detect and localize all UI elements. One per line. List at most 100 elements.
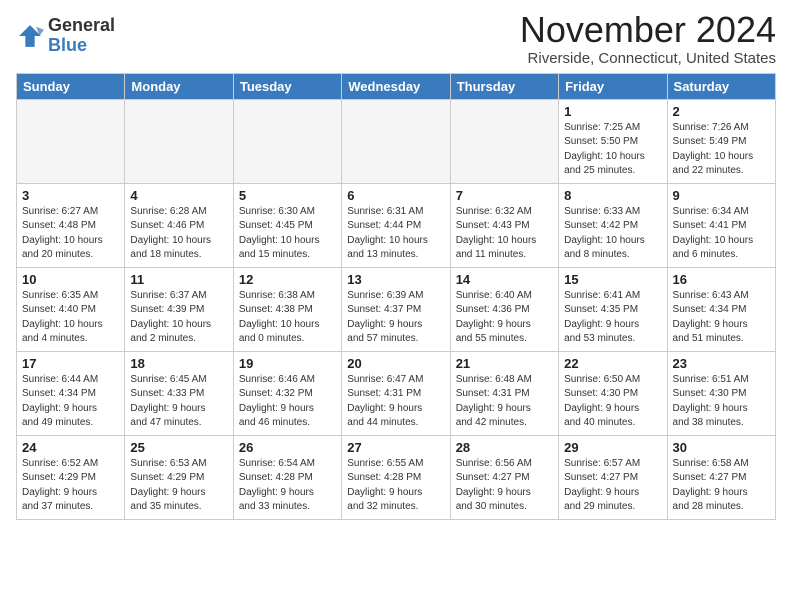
day-cell: 19 Sunrise: 6:46 AM Sunset: 4:32 PM Dayli…: [233, 351, 341, 435]
title-block: November 2024 Riverside, Connecticut, Un…: [520, 10, 776, 67]
week-row-5: 24Sunrise: 6:52 AM Sunset: 4:29 PM Dayli…: [17, 435, 776, 519]
day-cell: 5 Sunrise: 6:30 AM Sunset: 4:45 PM Daylig…: [233, 183, 341, 267]
week-row-2: 3 Sunrise: 6:27 AM Sunset: 4:48 PM Daylig…: [17, 183, 776, 267]
day-info: Sunrise: 6:47 AM Sunset: 4:31 PM Dayligh…: [347, 373, 444, 431]
day-cell: 7 Sunrise: 6:32 AM Sunset: 4:43 PM Daylig…: [450, 183, 558, 267]
day-number: 5: [239, 188, 336, 203]
day-info: Sunrise: 7:26 AM Sunset: 5:49 PM Dayligh…: [673, 121, 770, 179]
logo: General Blue: [16, 16, 115, 56]
day-cell: [450, 99, 558, 183]
col-wednesday: Wednesday: [342, 73, 450, 99]
day-cell: 14Sunrise: 6:40 AM Sunset: 4:36 PM Dayli…: [450, 267, 558, 351]
day-cell: 29 Sunrise: 6:57 AM Sunset: 4:27 PM Dayli…: [559, 435, 667, 519]
day-info: Sunrise: 6:38 AM Sunset: 4:38 PM Dayligh…: [239, 289, 336, 347]
day-cell: 13 Sunrise: 6:39 AM Sunset: 4:37 PM Dayli…: [342, 267, 450, 351]
day-info: Sunrise: 6:28 AM Sunset: 4:46 PM Dayligh…: [130, 205, 227, 263]
col-friday: Friday: [559, 73, 667, 99]
day-cell: 6 Sunrise: 6:31 AM Sunset: 4:44 PM Daylig…: [342, 183, 450, 267]
day-number: 13: [347, 272, 444, 287]
day-number: 16: [673, 272, 770, 287]
day-info: Sunrise: 6:56 AM Sunset: 4:27 PM Dayligh…: [456, 457, 553, 515]
day-info: Sunrise: 6:39 AM Sunset: 4:37 PM Dayligh…: [347, 289, 444, 347]
col-tuesday: Tuesday: [233, 73, 341, 99]
day-number: 3: [22, 188, 119, 203]
day-cell: 4 Sunrise: 6:28 AM Sunset: 4:46 PM Daylig…: [125, 183, 233, 267]
day-info: Sunrise: 6:53 AM Sunset: 4:29 PM Dayligh…: [130, 457, 227, 515]
day-number: 11: [130, 272, 227, 287]
header: General Blue November 2024 Riverside, Co…: [16, 10, 776, 67]
day-number: 29: [564, 440, 661, 455]
col-thursday: Thursday: [450, 73, 558, 99]
day-number: 30: [673, 440, 770, 455]
day-cell: 27 Sunrise: 6:55 AM Sunset: 4:28 PM Dayli…: [342, 435, 450, 519]
day-info: Sunrise: 6:43 AM Sunset: 4:34 PM Dayligh…: [673, 289, 770, 347]
week-row-3: 10 Sunrise: 6:35 AM Sunset: 4:40 PM Dayli…: [17, 267, 776, 351]
day-info: Sunrise: 6:34 AM Sunset: 4:41 PM Dayligh…: [673, 205, 770, 263]
day-number: 10: [22, 272, 119, 287]
day-info: Sunrise: 6:45 AM Sunset: 4:33 PM Dayligh…: [130, 373, 227, 431]
day-number: 21: [456, 356, 553, 371]
day-info: Sunrise: 6:31 AM Sunset: 4:44 PM Dayligh…: [347, 205, 444, 263]
day-number: 20: [347, 356, 444, 371]
day-info: Sunrise: 6:33 AM Sunset: 4:42 PM Dayligh…: [564, 205, 661, 263]
col-saturday: Saturday: [667, 73, 775, 99]
day-cell: [342, 99, 450, 183]
day-cell: 15Sunrise: 6:41 AM Sunset: 4:35 PM Dayli…: [559, 267, 667, 351]
day-cell: 3 Sunrise: 6:27 AM Sunset: 4:48 PM Daylig…: [17, 183, 125, 267]
day-info: Sunrise: 6:51 AM Sunset: 4:30 PM Dayligh…: [673, 373, 770, 431]
day-cell: 1Sunrise: 7:25 AM Sunset: 5:50 PM Daylig…: [559, 99, 667, 183]
day-cell: 28Sunrise: 6:56 AM Sunset: 4:27 PM Dayli…: [450, 435, 558, 519]
day-info: Sunrise: 6:50 AM Sunset: 4:30 PM Dayligh…: [564, 373, 661, 431]
day-number: 6: [347, 188, 444, 203]
day-info: Sunrise: 6:52 AM Sunset: 4:29 PM Dayligh…: [22, 457, 119, 515]
day-number: 18: [130, 356, 227, 371]
day-cell: 9 Sunrise: 6:34 AM Sunset: 4:41 PM Daylig…: [667, 183, 775, 267]
day-info: Sunrise: 6:35 AM Sunset: 4:40 PM Dayligh…: [22, 289, 119, 347]
page: General Blue November 2024 Riverside, Co…: [0, 0, 792, 530]
day-number: 27: [347, 440, 444, 455]
day-info: Sunrise: 6:30 AM Sunset: 4:45 PM Dayligh…: [239, 205, 336, 263]
day-number: 17: [22, 356, 119, 371]
day-cell: 20 Sunrise: 6:47 AM Sunset: 4:31 PM Dayli…: [342, 351, 450, 435]
day-info: Sunrise: 6:46 AM Sunset: 4:32 PM Dayligh…: [239, 373, 336, 431]
day-cell: 26 Sunrise: 6:54 AM Sunset: 4:28 PM Dayli…: [233, 435, 341, 519]
day-cell: 10 Sunrise: 6:35 AM Sunset: 4:40 PM Dayli…: [17, 267, 125, 351]
day-cell: 12 Sunrise: 6:38 AM Sunset: 4:38 PM Dayli…: [233, 267, 341, 351]
day-cell: [17, 99, 125, 183]
header-row: Sunday Monday Tuesday Wednesday Thursday…: [17, 73, 776, 99]
day-cell: 23 Sunrise: 6:51 AM Sunset: 4:30 PM Dayli…: [667, 351, 775, 435]
day-info: Sunrise: 6:37 AM Sunset: 4:39 PM Dayligh…: [130, 289, 227, 347]
day-cell: 22Sunrise: 6:50 AM Sunset: 4:30 PM Dayli…: [559, 351, 667, 435]
day-number: 7: [456, 188, 553, 203]
day-cell: 30 Sunrise: 6:58 AM Sunset: 4:27 PM Dayli…: [667, 435, 775, 519]
logo-text: General Blue: [48, 16, 115, 56]
day-info: Sunrise: 6:41 AM Sunset: 4:35 PM Dayligh…: [564, 289, 661, 347]
logo-blue: Blue: [48, 35, 87, 55]
day-cell: 11 Sunrise: 6:37 AM Sunset: 4:39 PM Dayli…: [125, 267, 233, 351]
day-info: Sunrise: 6:58 AM Sunset: 4:27 PM Dayligh…: [673, 457, 770, 515]
day-info: Sunrise: 6:32 AM Sunset: 4:43 PM Dayligh…: [456, 205, 553, 263]
day-number: 25: [130, 440, 227, 455]
day-info: Sunrise: 6:48 AM Sunset: 4:31 PM Dayligh…: [456, 373, 553, 431]
day-number: 9: [673, 188, 770, 203]
col-monday: Monday: [125, 73, 233, 99]
day-info: Sunrise: 7:25 AM Sunset: 5:50 PM Dayligh…: [564, 121, 661, 179]
day-info: Sunrise: 6:54 AM Sunset: 4:28 PM Dayligh…: [239, 457, 336, 515]
day-cell: 21 Sunrise: 6:48 AM Sunset: 4:31 PM Dayli…: [450, 351, 558, 435]
location: Riverside, Connecticut, United States: [520, 50, 776, 67]
day-number: 14: [456, 272, 553, 287]
day-number: 12: [239, 272, 336, 287]
col-sunday: Sunday: [17, 73, 125, 99]
week-row-1: 1Sunrise: 7:25 AM Sunset: 5:50 PM Daylig…: [17, 99, 776, 183]
logo-icon: [16, 22, 44, 50]
logo-general: General: [48, 15, 115, 35]
day-number: 19: [239, 356, 336, 371]
day-number: 4: [130, 188, 227, 203]
day-info: Sunrise: 6:55 AM Sunset: 4:28 PM Dayligh…: [347, 457, 444, 515]
day-number: 26: [239, 440, 336, 455]
day-info: Sunrise: 6:57 AM Sunset: 4:27 PM Dayligh…: [564, 457, 661, 515]
day-info: Sunrise: 6:27 AM Sunset: 4:48 PM Dayligh…: [22, 205, 119, 263]
day-cell: 24Sunrise: 6:52 AM Sunset: 4:29 PM Dayli…: [17, 435, 125, 519]
day-number: 23: [673, 356, 770, 371]
month-title: November 2024: [520, 10, 776, 50]
